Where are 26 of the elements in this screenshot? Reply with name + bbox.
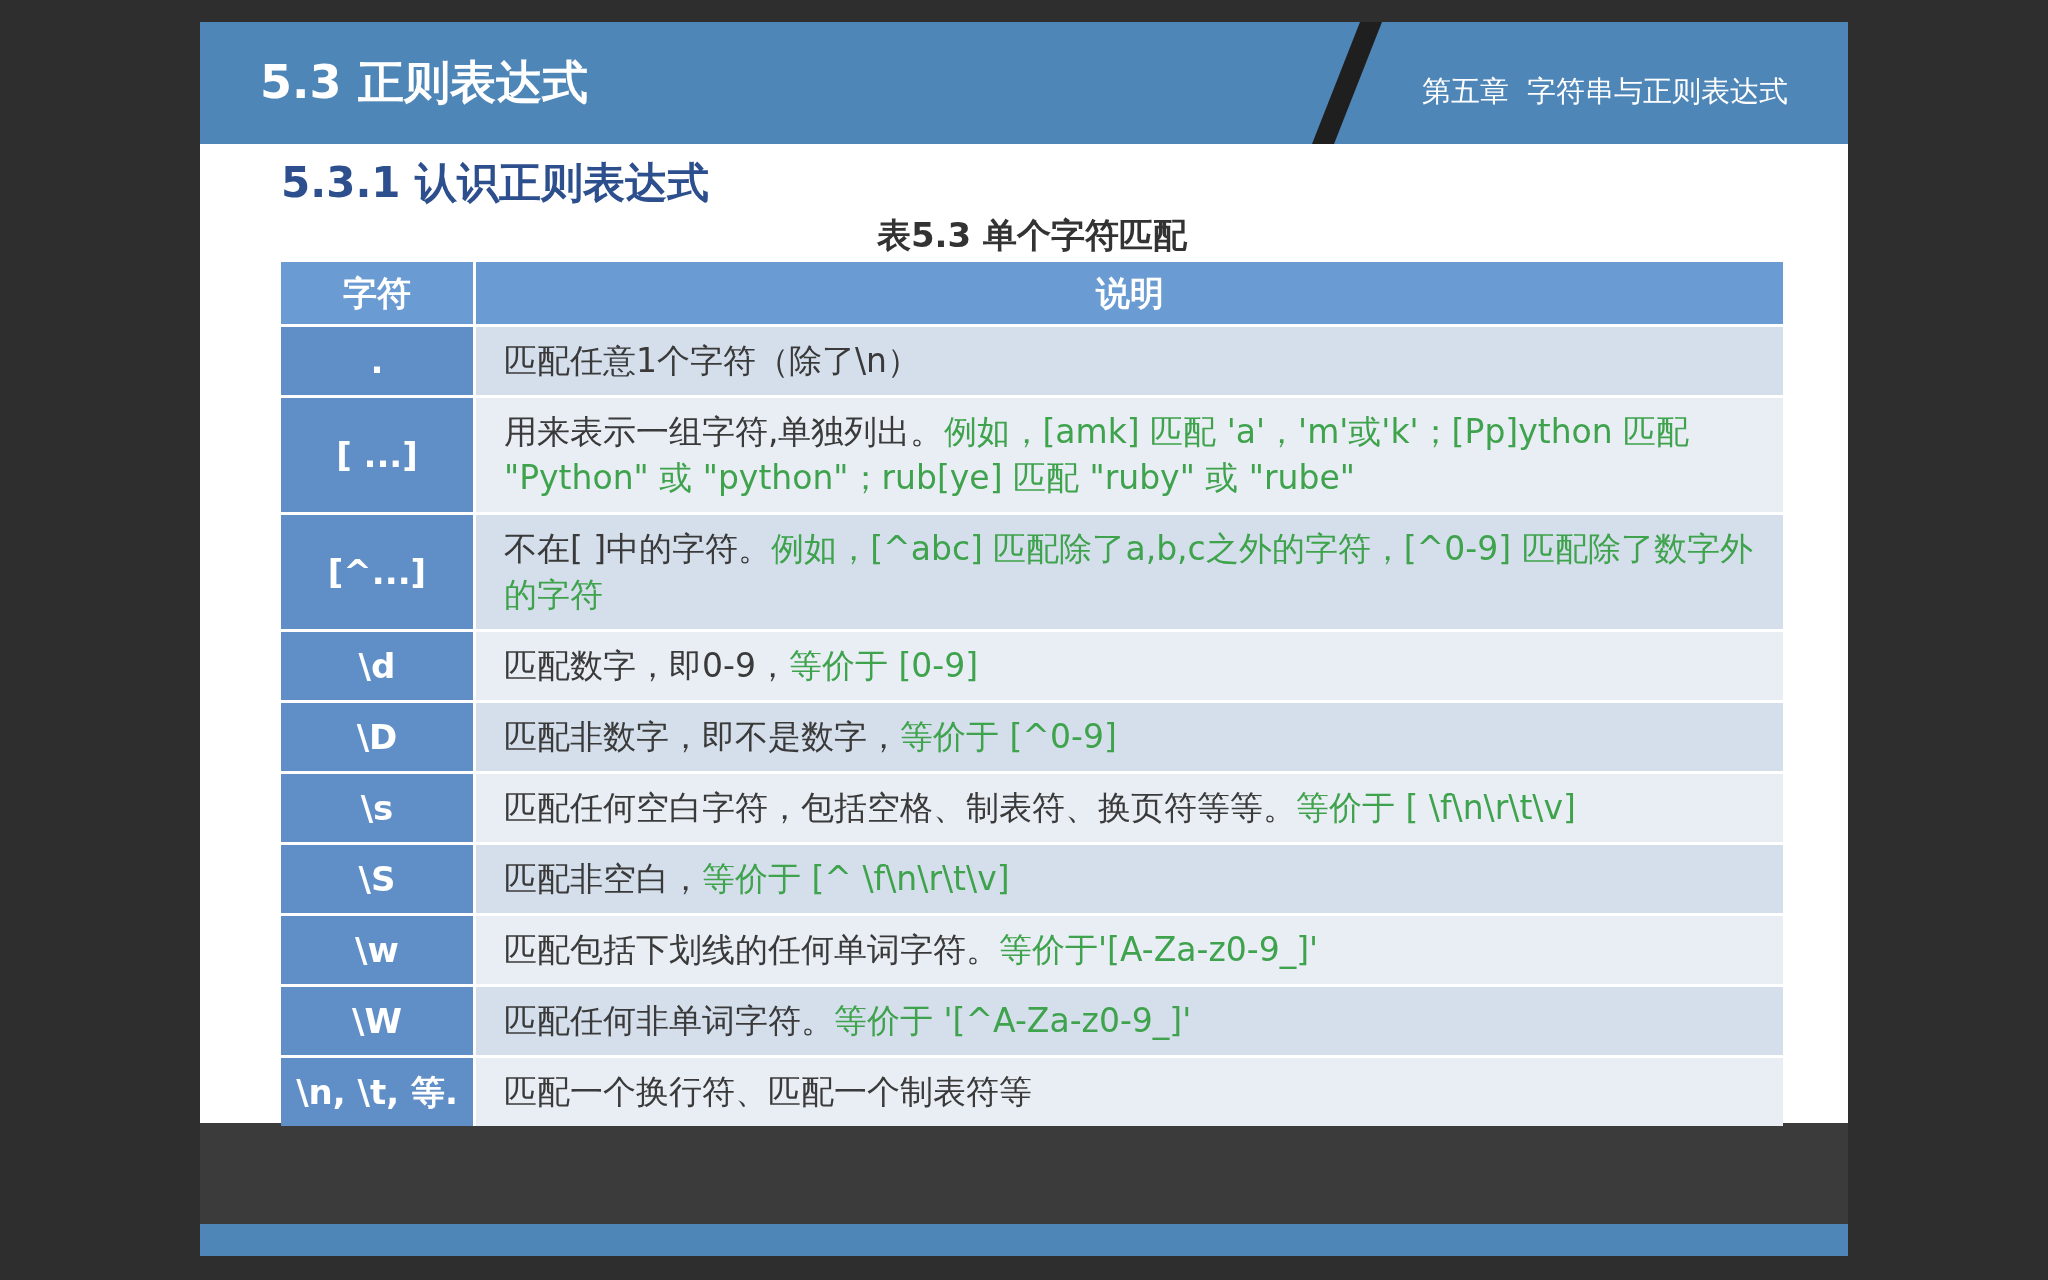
description-cell: 匹配任何非单词字符。等价于 '[^A-Za-z0-9_]' bbox=[476, 987, 1783, 1055]
description-cell: 匹配数字，即0-9，等价于 [0-9] bbox=[476, 632, 1783, 700]
chapter-title: 第五章 字符串与正则表达式 bbox=[1421, 73, 1788, 110]
column-header: 字符 bbox=[281, 262, 473, 324]
symbol-cell: [ ...] bbox=[281, 398, 473, 512]
description-cell: 匹配任意1个字符（除了\n） bbox=[476, 327, 1783, 395]
description-cell: 匹配包括下划线的任何单词字符。等价于'[A-Za-z0-9_]' bbox=[476, 916, 1783, 984]
symbol-cell: [^...] bbox=[281, 515, 473, 629]
description-cell: 匹配一个换行符、匹配一个制表符等 bbox=[476, 1058, 1783, 1126]
symbol-cell: \W bbox=[281, 987, 473, 1055]
symbol-cell: \s bbox=[281, 774, 473, 842]
description-cell: 匹配任何空白字符，包括空格、制表符、换页符等等。等价于 [ \f\n\r\t\v] bbox=[476, 774, 1783, 842]
description-cell: 用来表示一组字符,单独列出。例如，[amk] 匹配 'a'，'m'或'k'；[Pp]ython 匹配 "Python" 或 "python"；rub[ye] 匹配 "ruby" 或 "rube" bbox=[476, 398, 1783, 512]
symbol-cell: . bbox=[281, 327, 473, 395]
description-cell: 不在[ ]中的字符。例如，[^abc] 匹配除了a,b,c之外的字符，[^0-9] 匹配除了数字外的字符 bbox=[476, 515, 1783, 629]
symbol-cell: \S bbox=[281, 845, 473, 913]
symbol-cell: \d bbox=[281, 632, 473, 700]
description-cell: 匹配非空白，等价于 [^ \f\n\r\t\v] bbox=[476, 845, 1783, 913]
symbol-cell: \n, \t, 等. bbox=[281, 1058, 473, 1126]
slide-title: 5.3 正则表达式 bbox=[260, 54, 588, 111]
table-caption: 表5.3 单个字符匹配 bbox=[876, 218, 1188, 252]
symbol-cell: \w bbox=[281, 916, 473, 984]
description-cell: 匹配非数字，即不是数字，等价于 [^0-9] bbox=[476, 703, 1783, 771]
symbol-cell: \D bbox=[281, 703, 473, 771]
column-header: 说明 bbox=[476, 262, 1783, 324]
section-heading: 5.3.1 认识正则表达式 bbox=[281, 162, 711, 204]
